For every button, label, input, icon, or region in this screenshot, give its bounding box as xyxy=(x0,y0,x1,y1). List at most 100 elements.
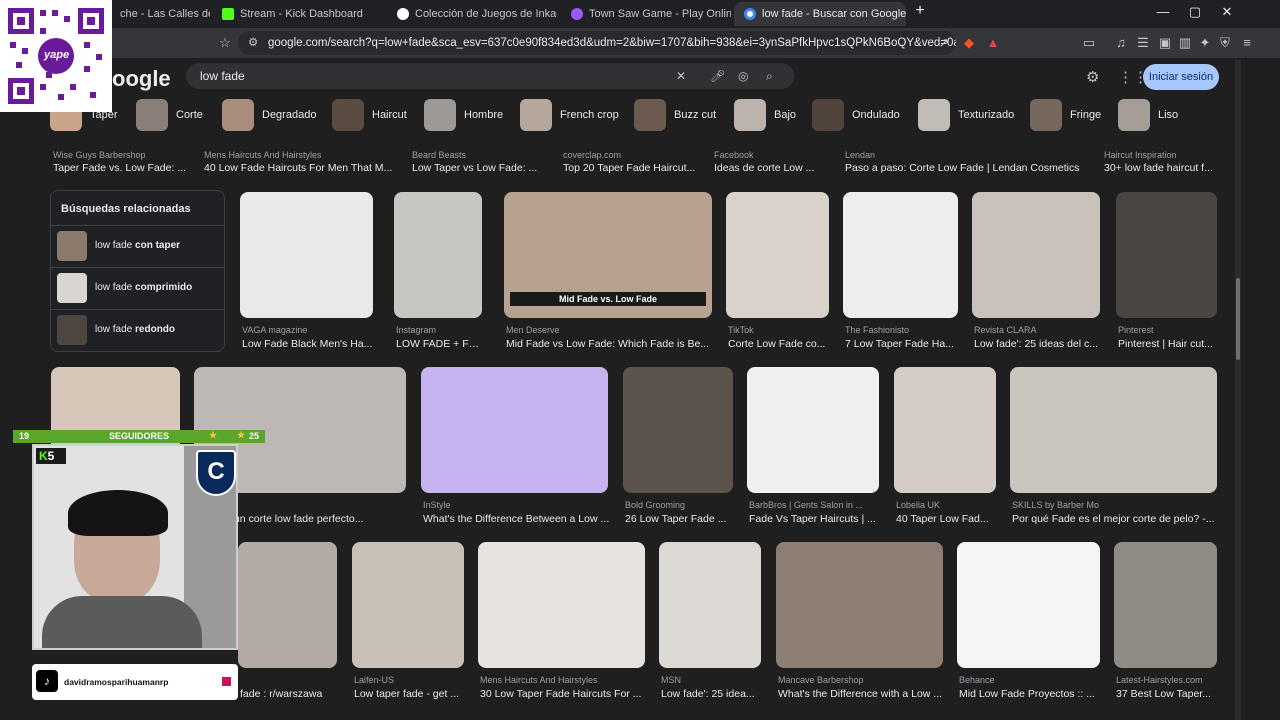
chip-degradado[interactable]: Degradado xyxy=(222,98,316,132)
chip-haircut[interactable]: Haircut xyxy=(332,98,407,132)
vpn-icon[interactable]: ⛨ xyxy=(1216,35,1234,51)
result-image[interactable] xyxy=(957,542,1100,668)
result-title: 7 Low Taper Fade Ha... xyxy=(845,338,954,350)
tab-las-calles[interactable]: che - Las Calles de Barr xyxy=(110,2,210,26)
wallet-icon[interactable]: ▣ xyxy=(1156,35,1174,51)
followers-goal-bar: 19 SEGUIDORES ★ ★ 25 xyxy=(13,430,265,443)
chip-french-crop[interactable]: French crop xyxy=(520,98,619,132)
menu-icon[interactable]: ≡ xyxy=(1238,35,1256,50)
result-image[interactable] xyxy=(394,192,482,318)
yape-qr-code: yape xyxy=(0,0,112,112)
page-scrollbar-thumb[interactable] xyxy=(1236,278,1240,360)
chip-label: Texturizado xyxy=(958,109,1015,121)
chip-corte[interactable]: Corte xyxy=(136,98,203,132)
result-title: What's the Difference with a Low ... xyxy=(778,688,943,700)
result-title: Low taper fade - get ... xyxy=(354,688,460,700)
related-thumbnail xyxy=(57,230,87,261)
rewards-icon[interactable]: ▲ xyxy=(984,35,1002,50)
result-image[interactable] xyxy=(421,367,608,493)
share-icon[interactable]: ↗ xyxy=(935,35,953,51)
close-window-button[interactable]: ✕ xyxy=(1212,4,1242,20)
voice-search-icon[interactable]: 🎤︎ xyxy=(710,63,725,89)
result-image[interactable] xyxy=(478,542,645,668)
result-image[interactable] xyxy=(747,367,879,493)
result-image[interactable] xyxy=(1114,542,1217,668)
result-image[interactable] xyxy=(623,367,733,493)
brave-shield-icon[interactable]: ◆ xyxy=(960,35,978,51)
tab-label: Town Saw Game - Play Online on Fla xyxy=(589,8,731,20)
result-source: Laifen-US xyxy=(354,675,395,685)
settings-gear-icon[interactable]: ⚙ xyxy=(1086,68,1099,86)
sign-in-button[interactable]: Iniciar sesión xyxy=(1143,64,1219,90)
search-query: low fade xyxy=(200,69,245,83)
result-image[interactable] xyxy=(659,542,761,668)
chip-bajo[interactable]: Bajo xyxy=(734,98,796,132)
result-image[interactable] xyxy=(843,192,958,318)
result-title: Low fade': 25 ideas del c... xyxy=(974,338,1099,350)
chip-thumbnail xyxy=(520,99,552,131)
result-source: coverclap.com xyxy=(563,150,622,160)
tab-label: Stream - Kick Dashboard xyxy=(240,8,363,20)
result-image[interactable] xyxy=(894,367,996,493)
page-scrollbar-track[interactable] xyxy=(1235,60,1241,720)
chip-liso[interactable]: Liso xyxy=(1118,98,1178,132)
related-item[interactable]: low fade con taper xyxy=(51,225,224,265)
chip-label: Ondulado xyxy=(852,109,900,121)
result-image[interactable] xyxy=(726,192,829,318)
site-info-icon[interactable]: ⚙ xyxy=(248,31,258,55)
address-bar[interactable]: ⚙ google.com/search?q=low+fade&sca_esv=6… xyxy=(238,31,956,55)
result-title: 26 Low Taper Fade ... xyxy=(625,513,727,525)
result-image[interactable] xyxy=(352,542,464,668)
sidebar-icon[interactable]: ▥ xyxy=(1176,35,1194,51)
reading-list-icon[interactable]: ☰ xyxy=(1134,35,1152,51)
chip-label: Bajo xyxy=(774,109,797,121)
chip-fringe[interactable]: Fringe xyxy=(1030,98,1101,132)
related-item[interactable]: low fade comprimido xyxy=(51,267,224,307)
maximize-button[interactable]: ▢ xyxy=(1180,4,1210,20)
cast-icon[interactable]: ▭ xyxy=(1080,35,1098,51)
chip-label: Liso xyxy=(1158,109,1179,121)
result-source: SKILLS by Barber Mo xyxy=(1012,500,1100,510)
result-source: Revista CLARA xyxy=(974,325,1037,335)
minimize-button[interactable]: — xyxy=(1148,4,1178,19)
related-item[interactable]: low fade redondo xyxy=(51,309,224,349)
tab-town-saw[interactable]: Town Saw Game - Play Online on Fla xyxy=(561,2,731,26)
person-hair xyxy=(68,490,168,536)
tab-low-fade-google[interactable]: low fade - Buscar con Google ✕ xyxy=(734,2,906,26)
media-icon[interactable]: ♫ xyxy=(1112,35,1130,50)
result-image[interactable] xyxy=(1010,367,1217,493)
ai-icon[interactable]: ✦ xyxy=(1196,35,1214,51)
google-logo[interactable]: oogle xyxy=(112,66,171,92)
result-title: Low Fade Black Men's Ha... xyxy=(242,338,373,350)
new-tab-button[interactable]: + xyxy=(905,2,935,20)
result-image[interactable] xyxy=(240,192,373,318)
chip-thumbnail xyxy=(812,99,844,131)
webcam-feed: K5 C xyxy=(32,444,238,650)
chip-thumbnail xyxy=(424,99,456,131)
result-image[interactable] xyxy=(238,542,337,668)
chip-label: Buzz cut xyxy=(674,109,717,121)
chip-ondulado[interactable]: Ondulado xyxy=(812,98,900,132)
tab-inkagames[interactable]: Colección de Juegos de Inkagames: C xyxy=(387,2,557,26)
result-image[interactable] xyxy=(972,192,1100,318)
related-label: low fade con taper xyxy=(95,240,181,251)
related-label: low fade redondo xyxy=(95,324,176,335)
chip-texturizado[interactable]: Texturizado xyxy=(918,98,1014,132)
chip-thumbnail xyxy=(634,99,666,131)
tiktok-banner: ♪ davidramosparihuamanrp xyxy=(32,664,238,700)
result-title: Por qué Fade es el mejor corte de pelo? … xyxy=(1012,513,1215,525)
bookmark-icon[interactable]: ☆ xyxy=(216,35,234,51)
chip-buzz-cut[interactable]: Buzz cut xyxy=(634,98,716,132)
chip-label: French crop xyxy=(560,109,619,121)
result-image[interactable] xyxy=(1116,192,1217,318)
clear-search-icon[interactable]: ✕ xyxy=(676,63,686,89)
result-source: Haircut Inspiration xyxy=(1104,150,1177,160)
result-image[interactable] xyxy=(776,542,943,668)
tab-kick-dashboard[interactable]: Stream - Kick Dashboard xyxy=(212,2,382,26)
chip-hombre[interactable]: Hombre xyxy=(424,98,503,132)
search-input[interactable]: low fade ✕ 🎤︎ ◎ ⌕ xyxy=(186,63,794,89)
url-text: google.com/search?q=low+fade&sca_esv=637… xyxy=(268,37,956,49)
lens-search-icon[interactable]: ◎ xyxy=(738,63,748,89)
search-icon[interactable]: ⌕ xyxy=(766,63,773,89)
result-image[interactable]: Mid Fade vs. Low Fade xyxy=(504,192,712,318)
